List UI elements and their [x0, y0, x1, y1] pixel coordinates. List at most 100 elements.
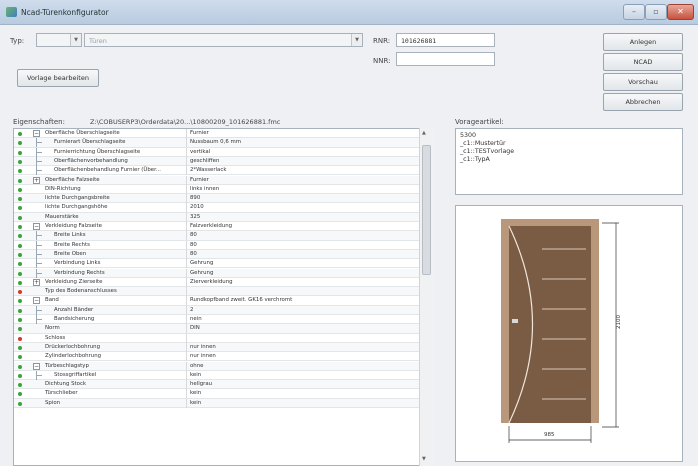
property-row[interactable]: Anzahl Bänder2▼ [14, 305, 433, 315]
properties-grid[interactable]: −Oberfläche ÜberschlagseiteFurnier▼Furni… [13, 128, 434, 466]
property-value[interactable]: Furnier [190, 177, 209, 183]
maximize-button[interactable]: ▫ [645, 4, 667, 20]
property-row[interactable]: Spionkein▼ [14, 398, 433, 408]
property-value[interactable]: kein [190, 400, 201, 406]
collapse-icon[interactable]: − [33, 223, 40, 230]
property-value[interactable]: geschliffen [190, 158, 219, 164]
property-value[interactable]: 890 [190, 195, 200, 201]
property-row[interactable]: lichte Durchgangsbreite890▼ [14, 194, 433, 204]
property-value[interactable]: hellgrau [190, 381, 212, 387]
property-value[interactable]: ohne [190, 363, 203, 369]
property-row[interactable]: −Verkleidung FalzseiteFalzverkleidung▼ [14, 222, 433, 232]
property-row[interactable]: +Verkleidung ZierseiteZierverkleidung▼ [14, 277, 433, 288]
scroll-up-icon[interactable]: ▲ [422, 130, 426, 136]
property-value[interactable]: nur innen [190, 353, 216, 359]
property-row[interactable]: Breite Links80▼ [14, 231, 433, 241]
property-row[interactable]: Türschlieberkein▼ [14, 389, 433, 399]
property-value[interactable]: 80 [190, 242, 197, 248]
template-item[interactable]: _c1::TypA [460, 156, 490, 163]
property-row[interactable]: Oberflächenvorbehandlunggeschliffen▼ [14, 156, 433, 167]
scroll-down-icon[interactable]: ▼ [422, 456, 426, 462]
property-value[interactable]: DIN [190, 325, 200, 331]
expand-icon[interactable]: + [33, 278, 40, 286]
property-value[interactable]: nur innen [190, 344, 216, 350]
property-name: Breite Oben [54, 250, 87, 257]
property-row[interactable]: DIN-Richtunglinks innen▼ [14, 184, 433, 195]
property-value[interactable]: 2*Wasserlack [190, 167, 226, 173]
expand-icon[interactable]: + [33, 176, 40, 184]
property-row[interactable]: Breite Oben80▼ [14, 249, 433, 260]
property-row[interactable]: Mauerstärke325▼ [14, 212, 433, 222]
template-item[interactable]: 5300 [460, 132, 476, 139]
property-value[interactable]: kein [190, 372, 201, 378]
property-row[interactable]: Typ des Bodenanschlusses▼ [14, 287, 433, 297]
property-value[interactable]: kein [190, 390, 201, 396]
property-row[interactable]: Verbindung RechtsGehrung▼ [14, 268, 433, 278]
property-value[interactable]: vertikal [190, 149, 210, 155]
property-value[interactable]: 80 [190, 232, 197, 238]
rnr-field[interactable]: 101626881 [396, 33, 495, 47]
rnr-value: 101626881 [401, 37, 437, 45]
template-item[interactable]: _c1::TESTvorlage [460, 148, 514, 155]
property-name: Dichtung Stock [45, 381, 87, 388]
property-value[interactable]: Gehrung [190, 270, 213, 276]
column-separator [186, 203, 187, 213]
property-value[interactable]: 80 [190, 251, 197, 257]
ncad-button[interactable]: NCAD [603, 53, 683, 71]
column-separator [186, 129, 187, 138]
template-item[interactable]: _c1::Mustertür [460, 140, 506, 147]
minimize-button[interactable]: – [623, 4, 645, 20]
collapse-icon[interactable]: − [33, 297, 40, 305]
property-row[interactable]: Schloss▼ [14, 333, 433, 343]
property-value[interactable]: Gehrung [190, 260, 213, 266]
property-row[interactable]: Furnierrichtung Überschlagseitevertikal▼ [14, 147, 433, 157]
collapse-icon[interactable]: − [33, 362, 40, 370]
property-name: Spion [45, 399, 61, 406]
type-combo[interactable]: Türen ▼ [84, 33, 363, 47]
property-value[interactable]: Rundkopfband zweit. GK16 verchromt [190, 297, 292, 303]
edit-template-button[interactable]: Vorlage bearbeiten [17, 69, 99, 87]
property-value[interactable]: links innen [190, 186, 219, 192]
property-row[interactable]: Bandsicherungnein▼ [14, 315, 433, 325]
column-separator [186, 277, 187, 287]
property-row[interactable]: +Oberfläche FalzseiteFurnier▼ [14, 175, 433, 185]
property-row[interactable]: NormDIN▼ [14, 324, 433, 334]
scroll-thumb[interactable] [422, 145, 431, 275]
property-row[interactable]: Verbindung LinksGehrung▼ [14, 259, 433, 269]
property-value[interactable]: 2010 [190, 204, 204, 210]
property-value[interactable]: 2 [190, 307, 193, 313]
property-row[interactable]: Stossgriffartikelkein▼ [14, 370, 433, 381]
template-list[interactable]: 5300 _c1::Mustertür _c1::TESTvorlage _c1::T… [455, 128, 683, 195]
property-row[interactable]: Zylinderlochbohrungnur innen▼ [14, 352, 433, 362]
column-separator [186, 296, 187, 306]
property-value[interactable]: 325 [190, 214, 200, 220]
preview-button[interactable]: Vorschau [603, 73, 683, 91]
property-value[interactable]: Furnier [190, 130, 209, 136]
cancel-button[interactable]: Abbrechen [603, 93, 683, 111]
property-row[interactable]: Furnierart Überschlagseite Nussbaum 0,6 m… [14, 138, 433, 148]
property-row[interactable]: Oberflächenbehandlung Furnier (Über... 2*… [14, 166, 433, 176]
property-row[interactable]: Drückerlochbohrungnur innen▼ [14, 342, 433, 353]
file-path: Z:\COBUSERP3\Orderdata\20...\10800209_10… [90, 118, 281, 126]
ok-status-icon [18, 308, 22, 313]
nnr-field[interactable] [396, 52, 495, 66]
typ-select[interactable]: ▼ [36, 33, 82, 47]
property-name: Zylinderlochbohrung [45, 353, 102, 360]
create-button[interactable]: Anlegen [603, 33, 683, 51]
property-row[interactable]: −Oberfläche ÜberschlagseiteFurnier▼ [14, 129, 433, 139]
tree-line [36, 374, 42, 376]
property-row[interactable]: Breite Rechts80▼ [14, 240, 433, 250]
close-button[interactable]: ✕ [667, 4, 694, 20]
property-value[interactable]: Nussbaum 0,6 mm [190, 139, 241, 145]
property-value[interactable]: Falzverkleidung [190, 223, 232, 229]
ok-status-icon [18, 225, 22, 229]
property-row[interactable]: −Türbeschlagstypohne▼ [14, 361, 433, 371]
column-separator [186, 398, 187, 408]
property-row[interactable]: Dichtung Stockhellgrau▼ [14, 380, 433, 390]
property-value[interactable]: nein [190, 316, 202, 322]
property-row[interactable]: −BandRundkopfband zweit. GK16 verchromt▼ [14, 296, 433, 306]
property-value[interactable]: Zierverkleidung [190, 279, 233, 285]
collapse-icon[interactable]: − [33, 130, 40, 137]
property-name: Türbeschlagstyp [45, 362, 89, 369]
property-row[interactable]: lichte Durchgangshöhe2010▼ [14, 203, 433, 213]
